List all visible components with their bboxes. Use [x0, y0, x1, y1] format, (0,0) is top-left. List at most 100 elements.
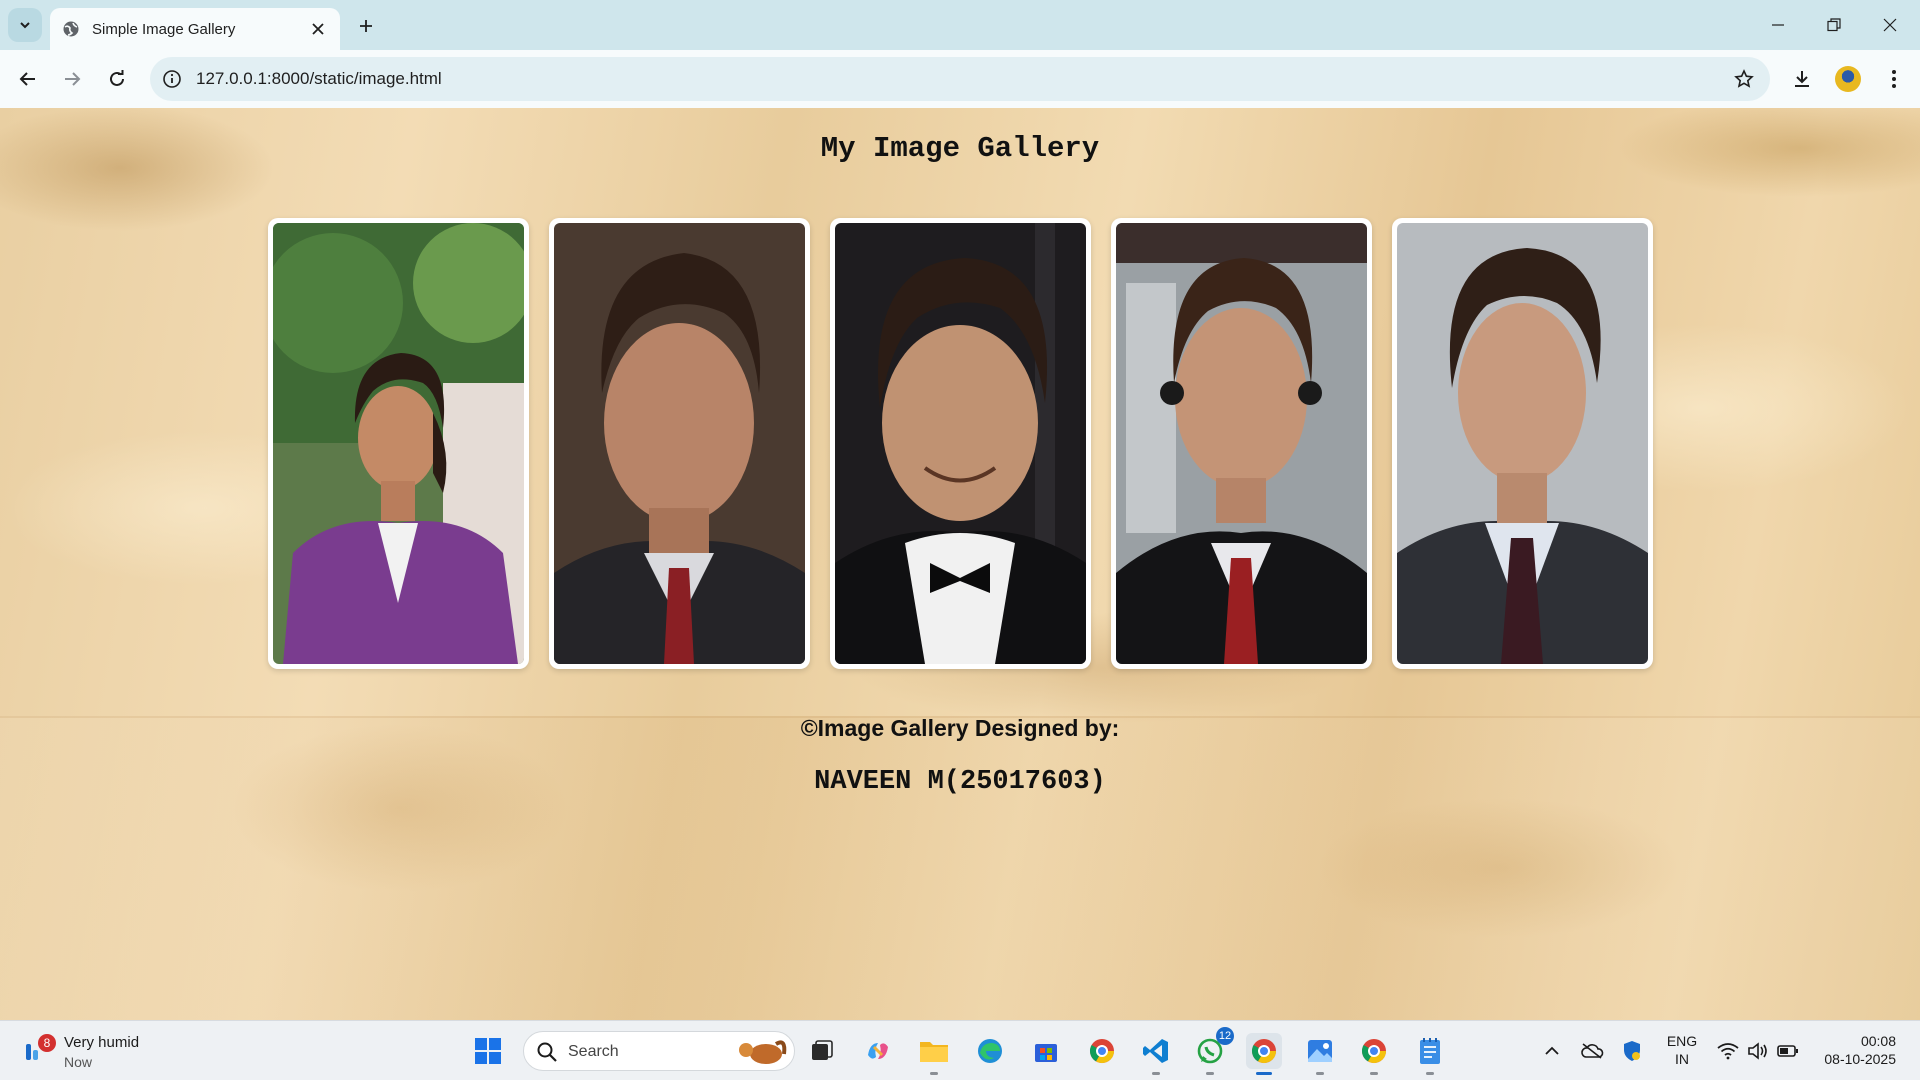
running-indicator [1152, 1072, 1160, 1075]
edge-button[interactable] [972, 1033, 1008, 1069]
photo-grey-suit[interactable] [1397, 223, 1648, 664]
wifi-icon [1717, 1043, 1739, 1060]
page-viewport: My Image Gallery ©Image Gallery Designed… [0, 108, 1920, 1020]
url-text[interactable]: 127.0.0.1:8000/static/image.html [196, 69, 442, 89]
copilot-icon [868, 1043, 888, 1059]
active-indicator [1256, 1072, 1272, 1075]
more-vert-icon [1892, 70, 1896, 88]
running-indicator [1206, 1072, 1214, 1075]
footer-credit: ©Image Gallery Designed by: [800, 715, 1120, 741]
clock-date: 08-10-2025 [1824, 1051, 1896, 1067]
notepad-icon [1420, 1038, 1440, 1064]
portrait-image [1116, 223, 1367, 664]
battery-icon [1777, 1045, 1798, 1057]
browser-tab-strip: Simple Image Gallery [0, 0, 1920, 50]
vscode-button[interactable] [1138, 1033, 1174, 1075]
running-indicator [930, 1072, 938, 1075]
wifi-tray[interactable] [1714, 1035, 1742, 1067]
restore-button[interactable] [1806, 0, 1862, 50]
reload-button[interactable] [101, 63, 133, 95]
onedrive-tray[interactable] [1578, 1035, 1606, 1067]
task-view-button[interactable] [804, 1033, 840, 1069]
browser-toolbar: 127.0.0.1:8000/static/image.html [0, 50, 1920, 108]
chrome-icon [1361, 1039, 1386, 1064]
gallery-card-3[interactable] [830, 218, 1091, 669]
close-window-button[interactable] [1862, 0, 1918, 50]
profile-button[interactable] [1832, 63, 1864, 95]
file-explorer-button[interactable] [916, 1033, 952, 1075]
portrait-image [835, 223, 1086, 664]
store-icon [1035, 1044, 1057, 1062]
back-button[interactable] [12, 63, 44, 95]
photo-pinstripe-suit[interactable] [554, 223, 805, 664]
vscode-icon [1143, 1039, 1168, 1063]
gallery-card-4[interactable] [1111, 218, 1372, 669]
taskbar: 8 Very humid Now Search 12 ENG IN 00:08 … [0, 1020, 1920, 1080]
weather-widget[interactable]: 8 Very humid Now [20, 1030, 160, 1072]
site-info-icon[interactable] [160, 67, 184, 91]
photos-icon [1308, 1040, 1332, 1062]
minimize-icon [1772, 24, 1784, 26]
weather-text: Very humid [64, 1034, 140, 1051]
system-clock[interactable]: 00:08 08-10-2025 [1812, 1032, 1896, 1068]
search-highlight-icon [739, 1040, 787, 1064]
chrome-button[interactable] [1084, 1033, 1120, 1069]
task-view-icon [812, 1040, 833, 1060]
clock-time: 00:08 [1860, 1033, 1896, 1049]
gallery-card-1[interactable] [268, 218, 529, 669]
new-tab-button[interactable] [352, 12, 380, 40]
weather-time: Now [64, 1054, 93, 1070]
portrait-image [273, 223, 524, 664]
running-indicator [1316, 1072, 1324, 1075]
chrome-active-button[interactable] [1246, 1033, 1282, 1075]
store-button[interactable] [1028, 1033, 1064, 1069]
whatsapp-button[interactable]: 12 [1192, 1027, 1234, 1075]
gallery-card-2[interactable] [549, 218, 810, 669]
tab-search-button[interactable] [8, 8, 42, 42]
language-indicator[interactable]: ENG IN [1662, 1032, 1702, 1068]
whatsapp-badge: 12 [1216, 1027, 1234, 1045]
chevron-down-icon [20, 22, 30, 29]
shield-icon [1624, 1041, 1640, 1061]
globe-icon [63, 21, 79, 37]
tab-title: Simple Image Gallery [92, 20, 236, 38]
show-hidden-icons[interactable] [1538, 1035, 1566, 1067]
cloud-off-icon [1581, 1043, 1604, 1059]
arrow-left-icon [19, 72, 35, 86]
plus-icon [360, 20, 372, 32]
menu-button[interactable] [1878, 63, 1910, 95]
notepad-button[interactable] [1412, 1033, 1448, 1075]
photo-headphones-suit[interactable] [1116, 223, 1367, 664]
minimize-button[interactable] [1750, 0, 1806, 50]
chrome-icon [1251, 1039, 1276, 1064]
footer-author: NAVEEN M(25017603) [814, 767, 1106, 797]
running-indicator [1426, 1072, 1434, 1075]
running-indicator [1370, 1072, 1378, 1075]
volume-tray[interactable] [1744, 1035, 1772, 1067]
download-icon [1795, 71, 1809, 87]
address-bar[interactable]: 127.0.0.1:8000/static/image.html [150, 57, 1770, 101]
chevron-up-icon [1545, 1046, 1559, 1055]
copilot-button[interactable] [860, 1033, 896, 1069]
downloads-button[interactable] [1786, 63, 1818, 95]
lang-top: ENG [1666, 1033, 1698, 1049]
battery-tray[interactable] [1774, 1035, 1802, 1067]
bookmark-star-icon[interactable] [1732, 67, 1756, 91]
close-tab-icon[interactable] [308, 19, 328, 39]
forward-button[interactable] [56, 63, 88, 95]
tab-active[interactable]: Simple Image Gallery [50, 8, 340, 50]
reload-icon [110, 70, 124, 86]
photo-purple-shirt[interactable] [273, 223, 524, 664]
taskbar-search[interactable]: Search [523, 1031, 795, 1071]
start-button[interactable] [470, 1033, 506, 1069]
photo-tuxedo-smile[interactable] [835, 223, 1086, 664]
photos-button[interactable] [1302, 1033, 1338, 1075]
chrome-profile-button[interactable] [1356, 1033, 1392, 1075]
security-tray[interactable] [1618, 1035, 1646, 1067]
gallery-card-5[interactable] [1392, 218, 1653, 669]
folder-icon [920, 1042, 948, 1062]
portrait-image [554, 223, 805, 664]
weather-badge: 8 [38, 1034, 56, 1052]
close-icon [1883, 18, 1897, 32]
portrait-image [1397, 223, 1648, 664]
